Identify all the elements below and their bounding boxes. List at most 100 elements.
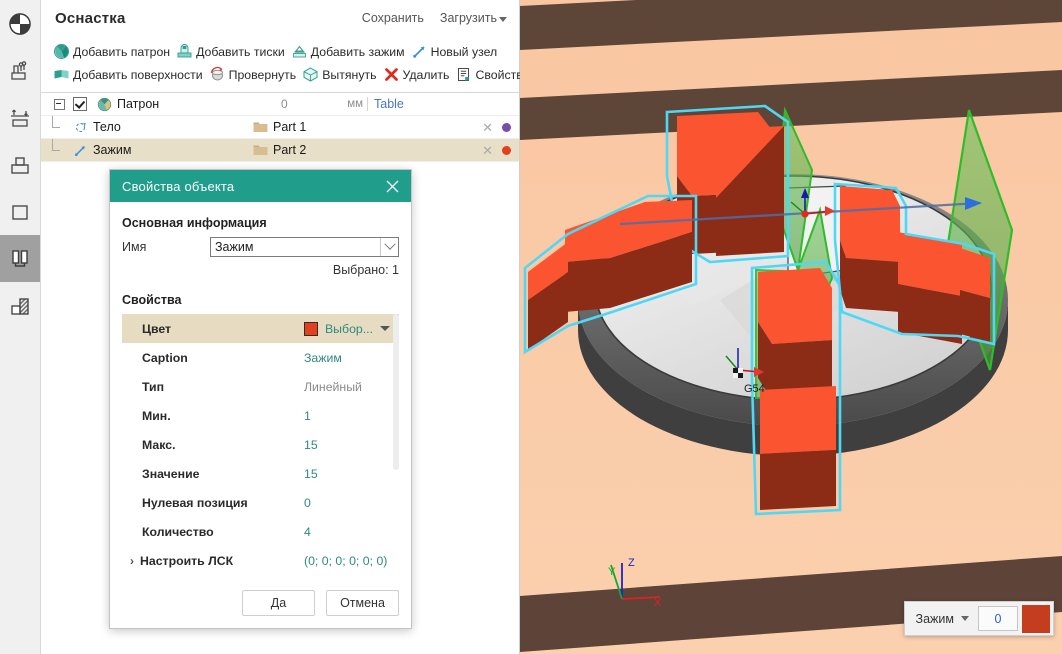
section-properties-title: Свойства [122, 293, 399, 307]
color-dot[interactable] [502, 146, 511, 155]
color-picker[interactable]: Выбор... [304, 322, 398, 336]
hud-selection-dropdown[interactable]: Зажим [905, 612, 978, 626]
tree-part-cell: Part 1 [253, 120, 306, 134]
workpiece-icon [8, 106, 32, 130]
rail-item-chuck-jaws[interactable] [0, 235, 40, 282]
remove-row-icon[interactable]: ✕ [482, 121, 493, 134]
add-vise-icon [176, 43, 193, 60]
cancel-button[interactable]: Отмена [326, 590, 399, 616]
rail-item-workpiece[interactable] [0, 94, 40, 141]
check-button[interactable]: Провернуть [209, 66, 303, 83]
name-combo[interactable] [210, 237, 399, 257]
property-key: Caption [122, 343, 296, 372]
chuck-icon [91, 97, 117, 112]
new-node-button[interactable]: Новый узел [411, 43, 504, 60]
table-row[interactable]: Caption Зажим [122, 343, 399, 372]
ok-button[interactable]: Да [242, 590, 315, 616]
table-row[interactable]: Патрон 0 мм Table [41, 93, 519, 116]
table-row[interactable]: Нулевая позиция 0 [122, 488, 399, 517]
hud-selection-label: Зажим [916, 612, 954, 626]
properties-table-wrap: Цвет Выбор... Caption Зажи [122, 314, 399, 575]
property-key: Настроить ЛСК [140, 554, 233, 568]
table-row[interactable]: › Настроить ЛСК (0; 0; 0; 0; 0; 0) [122, 546, 399, 575]
world-axis-gizmo: Z X Y [608, 547, 678, 612]
tree-part-label: Part 2 [273, 143, 306, 157]
rail-item-tool-setup[interactable] [0, 47, 40, 94]
properties-table: Цвет Выбор... Caption Зажи [122, 314, 399, 575]
tree-item-label: Патрон [117, 97, 277, 111]
property-value[interactable]: 15 [296, 459, 399, 488]
add-chuck-button[interactable]: Добавить патрон [53, 43, 176, 60]
close-icon[interactable] [383, 177, 401, 195]
collapse-icon[interactable] [54, 99, 65, 110]
rail-item-plate[interactable] [0, 188, 40, 235]
table-link[interactable]: Table [367, 97, 404, 111]
property-value[interactable]: Выбор... [296, 314, 399, 343]
check-icon [209, 66, 226, 83]
color-choose-label: Выбор... [325, 322, 373, 336]
chevron-right-icon[interactable]: › [130, 554, 134, 568]
table-row[interactable]: Макс. 15 [122, 430, 399, 459]
hud-value-input[interactable]: 0 [978, 606, 1018, 631]
property-value[interactable]: 15 [296, 430, 399, 459]
add-vise-button[interactable]: Добавить тиски [176, 43, 291, 60]
properties-scrollbar[interactable] [393, 314, 399, 470]
table-row[interactable]: Зажим Part 2 ✕ [41, 139, 519, 162]
property-value[interactable]: 1 [296, 401, 399, 430]
add-clamp-button[interactable]: Добавить зажим [291, 43, 411, 60]
tree-expander[interactable] [41, 99, 69, 110]
add-clamp-icon [291, 43, 308, 60]
tree-part-cell: Part 2 [253, 143, 306, 157]
section-basic-info-title: Основная информация [122, 216, 399, 230]
chuck-visibility-checkbox[interactable] [73, 97, 87, 111]
chevron-down-icon [499, 17, 507, 22]
tree-branch-line [41, 116, 67, 138]
extrude-button[interactable]: Вытянуть [302, 66, 382, 83]
table-row[interactable]: Значение 15 [122, 459, 399, 488]
remove-row-icon[interactable]: ✕ [482, 144, 493, 157]
material-icon [8, 294, 32, 318]
rail-item-material[interactable] [0, 282, 40, 329]
fixture-base-icon [8, 153, 32, 177]
property-value[interactable]: Линейный [296, 372, 399, 401]
folder-icon [253, 121, 268, 133]
hud-color-swatch[interactable] [1022, 605, 1050, 633]
chevron-down-icon[interactable] [380, 238, 398, 256]
tree-checkbox-cell[interactable] [69, 97, 91, 111]
new-node-icon [411, 43, 428, 60]
app-root: Оснастка Сохранить Загрузить [0, 0, 1062, 654]
color-dot[interactable] [502, 123, 511, 132]
body-icon [67, 120, 93, 135]
color-swatch[interactable] [304, 322, 318, 336]
table-row[interactable]: Тип Линейный [122, 372, 399, 401]
property-value[interactable]: 0 [296, 488, 399, 517]
table-row[interactable]: Количество 4 [122, 517, 399, 546]
viewport-hud: Зажим 0 [904, 601, 1054, 636]
table-row[interactable]: Тело Part 1 ✕ [41, 116, 519, 139]
origin-label: G54 [744, 383, 765, 395]
property-value[interactable]: (0; 0; 0; 0; 0; 0) [296, 546, 399, 575]
load-button[interactable]: Загрузить [440, 11, 507, 25]
3d-scene[interactable] [520, 0, 1062, 654]
property-value[interactable]: 4 [296, 517, 399, 546]
delete-button[interactable]: Удалить [383, 66, 456, 83]
property-value[interactable]: Зажим [296, 343, 399, 372]
table-row[interactable]: Мин. 1 [122, 401, 399, 430]
rail-item-fixture-base[interactable] [0, 141, 40, 188]
toolbar-row-2: Добавить поверхности Провернуть [53, 63, 507, 86]
new-node-label: Новый узел [431, 45, 498, 59]
delete-label: Удалить [403, 68, 450, 82]
add-chuck-icon [53, 43, 70, 60]
name-input[interactable] [211, 238, 380, 256]
table-row[interactable]: Цвет Выбор... [122, 314, 399, 343]
save-label: Сохранить [362, 11, 424, 25]
save-button[interactable]: Сохранить [362, 11, 424, 25]
chuck-offset-value[interactable]: 0 [277, 97, 329, 111]
add-surfaces-button[interactable]: Добавить поверхности [53, 66, 209, 83]
tree-row-actions: ✕ [482, 139, 511, 161]
chevron-down-icon[interactable] [380, 326, 390, 331]
dialog-body: Основная информация Имя Выбрано: 1 Свойс… [110, 202, 411, 575]
3d-viewport[interactable]: G54 Z X Y Зажим 0 [520, 0, 1062, 654]
property-key-expandable[interactable]: › Настроить ЛСК [122, 546, 296, 575]
rail-item-view-cube[interactable] [0, 0, 40, 47]
